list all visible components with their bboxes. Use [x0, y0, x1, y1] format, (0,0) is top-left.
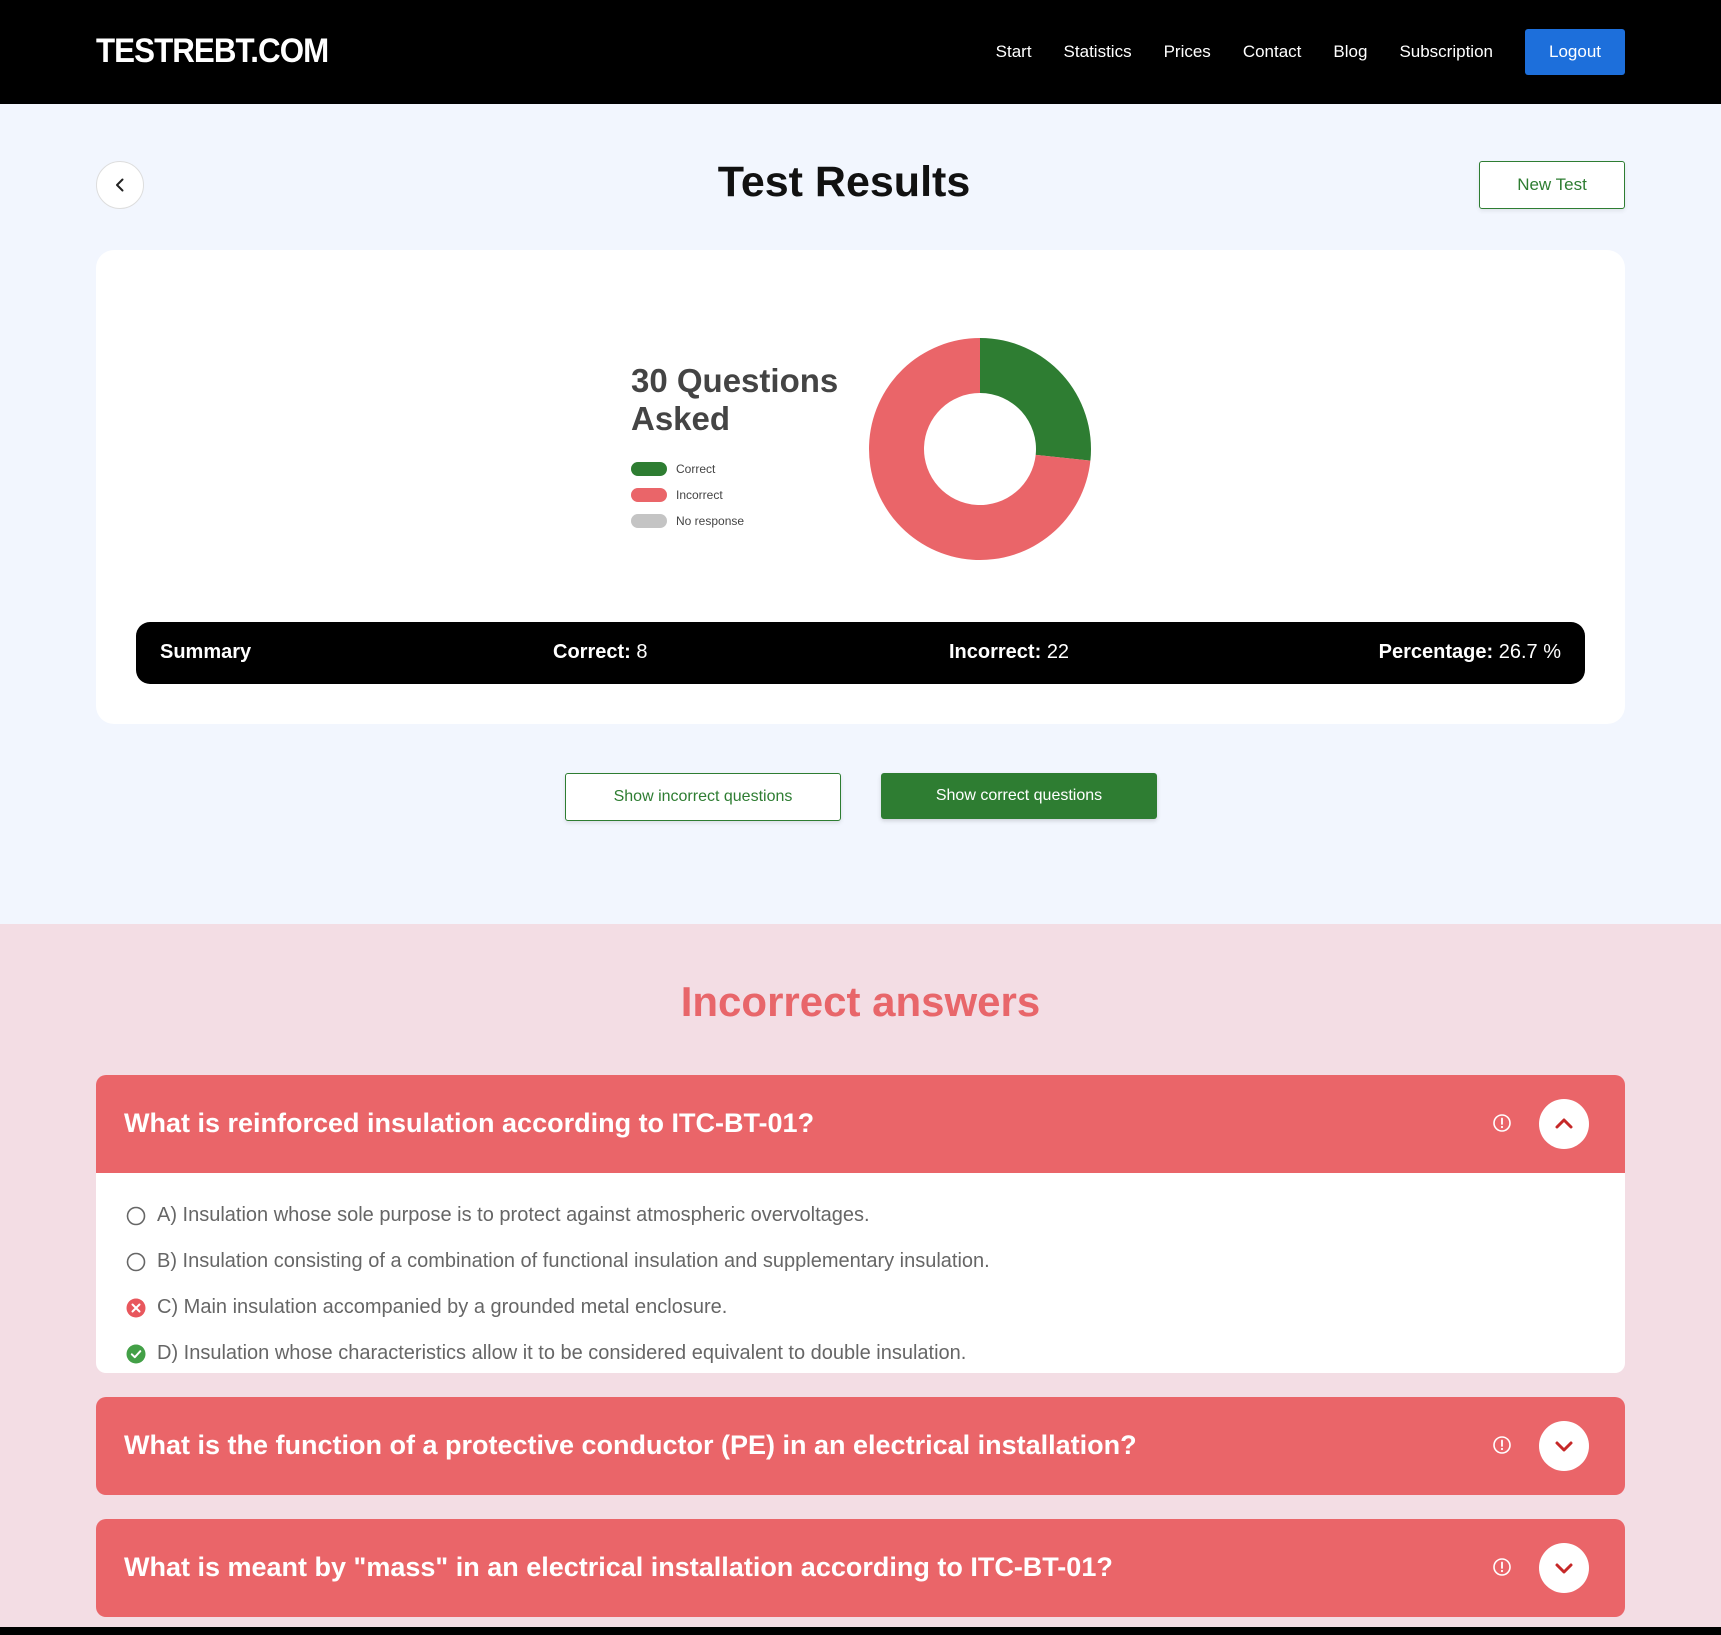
summary-percentage: Percentage: 26.7 %: [1379, 641, 1561, 664]
answer-option-b: B) Insulation consisting of a combinatio…: [126, 1250, 990, 1273]
legend-label-incorrect: Incorrect: [676, 488, 723, 502]
answer-list: A) Insulation whose sole purpose is to p…: [96, 1173, 1625, 1373]
summary-correct-value: 8: [636, 641, 648, 663]
chevron-down-icon: [1555, 1441, 1573, 1452]
new-test-button[interactable]: New Test: [1479, 161, 1625, 209]
question-text: What is meant by "mass" in an electrical…: [124, 1552, 1113, 1582]
nav-start[interactable]: Start: [996, 42, 1032, 62]
bottom-edge: [0, 1627, 1721, 1635]
question-header[interactable]: What is reinforced insulation according …: [96, 1075, 1625, 1173]
radio-empty-icon: [126, 1206, 146, 1225]
summary-incorrect-key: Incorrect:: [949, 641, 1042, 663]
summary-incorrect: Incorrect: 22: [949, 641, 1069, 664]
expand-toggle-button[interactable]: [1539, 1421, 1589, 1471]
questions-asked-title: 30 Questions Asked: [631, 362, 839, 437]
expand-toggle-button[interactable]: [1539, 1543, 1589, 1593]
main-nav: Start Statistics Prices Contact Blog Sub…: [996, 0, 1493, 104]
summary-correct: Correct: 8: [553, 641, 647, 664]
incorrect-answers-title: Incorrect answers: [680, 978, 1041, 1025]
results-donut-chart: [869, 338, 1091, 560]
answer-text: B) Insulation consisting of a combinatio…: [157, 1250, 990, 1272]
chevron-up-icon: [1555, 1118, 1573, 1129]
nav-subscription[interactable]: Subscription: [1399, 42, 1493, 62]
answer-text: C) Main insulation accompanied by a grou…: [157, 1296, 728, 1318]
legend-item-no-response[interactable]: No response: [631, 508, 744, 534]
question-header[interactable]: What is meant by "mass" in an electrical…: [96, 1519, 1625, 1617]
check-circle-icon: [126, 1344, 146, 1363]
chart-legend: Correct Incorrect No response: [631, 456, 744, 534]
answer-text: D) Insulation whose characteristics allo…: [157, 1342, 967, 1364]
show-correct-questions-button[interactable]: Show correct questions: [881, 773, 1157, 819]
show-incorrect-questions-button[interactable]: Show incorrect questions: [565, 773, 841, 821]
info-circle-icon[interactable]: [1492, 1113, 1512, 1133]
summary-percentage-value: 26.7 %: [1498, 641, 1561, 663]
nav-contact[interactable]: Contact: [1243, 42, 1302, 62]
summary-bar: Summary Correct: 8 Incorrect: 22 Percent…: [136, 622, 1585, 684]
summary-label: Summary: [160, 641, 252, 663]
top-navbar: TESTREBT.COM Start Statistics Prices Con…: [0, 0, 1721, 104]
info-circle-icon[interactable]: [1492, 1435, 1512, 1455]
summary-correct-key: Correct:: [553, 641, 631, 663]
legend-item-incorrect[interactable]: Incorrect: [631, 482, 744, 508]
legend-swatch-incorrect: [631, 488, 667, 502]
legend-item-correct[interactable]: Correct: [631, 456, 744, 482]
answer-option-a: A) Insulation whose sole purpose is to p…: [126, 1204, 870, 1227]
logout-button[interactable]: Logout: [1525, 29, 1625, 75]
nav-prices[interactable]: Prices: [1164, 42, 1211, 62]
summary-incorrect-value: 22: [1046, 641, 1070, 663]
summary-percentage-key: Percentage:: [1378, 641, 1494, 663]
question-text: What is reinforced insulation according …: [124, 1108, 815, 1138]
legend-swatch-correct: [631, 462, 667, 476]
radio-empty-icon: [126, 1252, 146, 1271]
answer-option-d: D) Insulation whose characteristics allo…: [126, 1342, 966, 1365]
question-header[interactable]: What is the function of a protective con…: [96, 1397, 1625, 1495]
answer-text: A) Insulation whose sole purpose is to p…: [157, 1204, 870, 1226]
nav-blog[interactable]: Blog: [1333, 42, 1367, 62]
collapse-toggle-button[interactable]: [1539, 1099, 1589, 1149]
donut-slice-correct[interactable]: [980, 338, 1091, 461]
answer-option-c: C) Main insulation accompanied by a grou…: [126, 1296, 727, 1319]
site-logo[interactable]: TESTREBT.COM: [96, 32, 329, 71]
nav-statistics[interactable]: Statistics: [1064, 42, 1132, 62]
legend-swatch-no-response: [631, 514, 667, 528]
legend-label-no-response: No response: [676, 514, 745, 528]
legend-label-correct: Correct: [676, 462, 716, 476]
page-title: Test Results: [717, 158, 971, 206]
x-circle-icon: [126, 1298, 146, 1317]
chevron-down-icon: [1555, 1563, 1573, 1574]
info-circle-icon[interactable]: [1492, 1557, 1512, 1577]
question-text: What is the function of a protective con…: [124, 1430, 1137, 1460]
